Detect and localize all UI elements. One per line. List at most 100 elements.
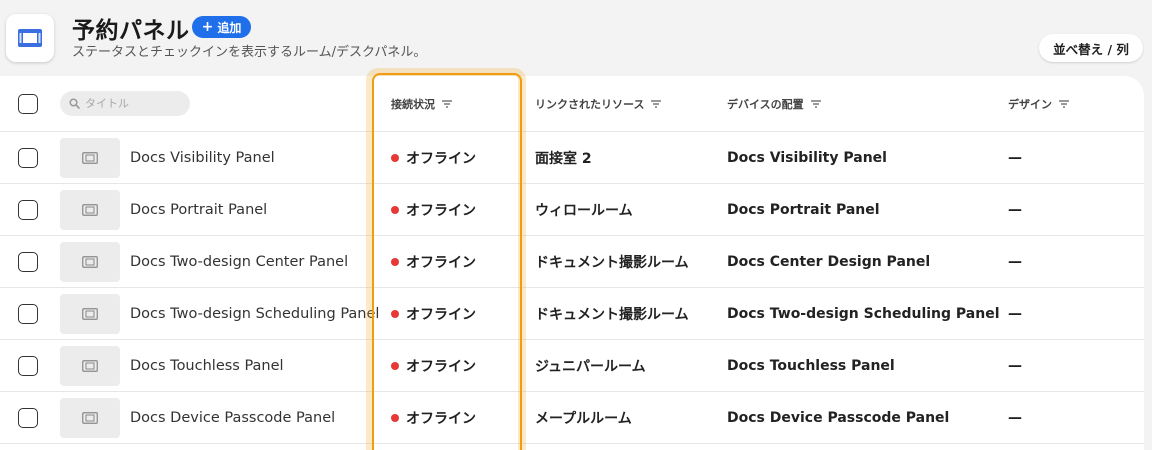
row-title[interactable]: Docs Portrait Panel (130, 184, 267, 235)
row-device-text: Docs Visibility Panel (727, 149, 887, 166)
offline-status-dot (391, 153, 399, 162)
row-title-text: Docs Portrait Panel (130, 201, 268, 218)
column-header-device-label: デバイスの配置 (727, 97, 804, 111)
filter-icon (651, 99, 662, 108)
row-status: オフライン (391, 288, 476, 339)
row-title-text: Docs Two-design Center Panel (130, 253, 349, 270)
row-design-text: — (1008, 305, 1022, 322)
row-design: — (1008, 392, 1022, 443)
panel-icon (82, 255, 98, 268)
row-device-placement: Docs Touchless Panel (727, 340, 895, 391)
row-device-placement: Docs Visibility Panel (727, 132, 887, 183)
row-device-placement: Docs Device Passcode Panel (727, 392, 949, 443)
row-linked-resource: ジュニパールーム (535, 340, 646, 391)
row-device-text: Docs Touchless Panel (727, 357, 895, 374)
row-status: オフライン (391, 184, 476, 235)
row-select-cell (18, 184, 38, 235)
row-device-text: Docs Center Design Panel (727, 253, 931, 270)
column-header-status[interactable]: 接続状況 (391, 76, 453, 131)
select-all-cell (18, 76, 38, 131)
filter-icon (1059, 99, 1069, 108)
table-row[interactable]: Docs Device Passcode Panel オフライン メープルルーム… (0, 392, 1144, 444)
row-status-label: オフライン (406, 150, 476, 167)
row-resource-text: メープルルーム (535, 410, 632, 427)
row-status-label: オフライン (406, 202, 476, 219)
row-device-text: Docs Portrait Panel (727, 201, 880, 218)
offline-status-dot (391, 413, 399, 422)
row-title[interactable]: Docs Touchless Panel (130, 340, 284, 391)
row-device-text: Docs Device Passcode Panel (727, 409, 950, 426)
title-search (60, 91, 190, 116)
panel-thumbnail (60, 397, 120, 438)
row-title[interactable]: Docs Visibility Panel (130, 132, 275, 183)
row-checkbox[interactable] (18, 303, 38, 324)
row-checkbox[interactable] (18, 251, 38, 272)
row-status: オフライン (391, 236, 476, 287)
row-title[interactable]: Docs Two-design Scheduling Panel (130, 288, 379, 339)
row-resource-text: ジュニパールーム (535, 358, 646, 375)
column-header-resource[interactable]: リンクされたリソース (535, 76, 662, 131)
panels-table: 接続状況 リンクされたリソース デバイスの配置 デザイン (0, 76, 1144, 450)
filter-icon (810, 99, 821, 108)
column-header-design-label: デザイン (1008, 97, 1052, 111)
title-search-input[interactable] (85, 97, 180, 110)
row-select-cell (18, 236, 38, 287)
row-design-text: — (1008, 201, 1022, 218)
row-design-text: — (1008, 357, 1022, 374)
row-linked-resource: ウィロールーム (535, 184, 633, 235)
table-row[interactable]: Docs Two-design Center Panel オフライン ドキュメン… (0, 236, 1144, 288)
select-all-checkbox[interactable] (18, 93, 38, 114)
row-device-placement: Docs Center Design Panel (727, 236, 930, 287)
panel-icon (82, 151, 98, 164)
row-thumbnail-cell (60, 288, 120, 339)
filter-icon (442, 99, 452, 108)
row-device-placement: Docs Portrait Panel (727, 184, 880, 235)
row-title-text: Docs Device Passcode Panel (130, 409, 336, 426)
table-row[interactable]: Docs Visibility Panel オフライン 面接室 2 Docs V… (0, 132, 1144, 184)
column-header-design[interactable]: デザイン (1008, 76, 1070, 131)
row-design: — (1008, 132, 1022, 183)
row-title-text: Docs Two-design Scheduling Panel (130, 305, 380, 322)
add-button[interactable]: + 追加 (192, 16, 251, 38)
row-status-label: オフライン (406, 306, 476, 323)
row-status-label: オフライン (406, 254, 476, 271)
panel-thumbnail (60, 345, 120, 386)
row-title[interactable]: Docs Device Passcode Panel (130, 392, 335, 443)
sort-columns-button[interactable]: 並べ替え / 列 (1039, 34, 1143, 62)
column-header-device[interactable]: デバイスの配置 (727, 76, 822, 131)
offline-status-dot (391, 361, 399, 370)
panel-thumbnail (60, 189, 120, 230)
row-checkbox[interactable] (18, 407, 38, 428)
row-status: オフライン (391, 392, 476, 443)
panel-icon (82, 411, 98, 424)
row-checkbox[interactable] (18, 199, 38, 220)
row-design-text: — (1008, 149, 1022, 166)
row-thumbnail-cell (60, 132, 120, 183)
table-row[interactable]: Docs Portrait Panel オフライン ウィロールーム Docs P… (0, 184, 1144, 236)
app-icon (6, 14, 54, 62)
row-select-cell (18, 392, 38, 443)
row-select-cell (18, 288, 38, 339)
row-thumbnail-cell (60, 236, 120, 287)
row-design-text: — (1008, 253, 1022, 270)
row-checkbox[interactable] (18, 147, 38, 168)
row-title-text: Docs Touchless Panel (130, 357, 284, 374)
table-header-row: 接続状況 リンクされたリソース デバイスの配置 デザイン (0, 76, 1144, 132)
table-row[interactable]: Docs Touchless Panel オフライン ジュニパールーム Docs… (0, 340, 1144, 392)
panel-icon (82, 359, 98, 372)
row-status-label: オフライン (406, 358, 476, 375)
row-thumbnail-cell (60, 184, 120, 235)
page-subtitle: ステータスとチェックインを表示するルーム/デスクパネル。 (72, 45, 427, 60)
row-resource-text: ドキュメント撮影ルーム (535, 254, 689, 271)
panel-thumbnail (60, 241, 120, 282)
table-row[interactable]: Docs Two-design Scheduling Panel オフライン ド… (0, 288, 1144, 340)
row-checkbox[interactable] (18, 355, 38, 376)
row-linked-resource: 面接室 2 (535, 132, 592, 183)
panel-thumbnail (60, 293, 120, 334)
row-title-text: Docs Visibility Panel (130, 149, 275, 166)
row-status: オフライン (391, 340, 476, 391)
row-select-cell (18, 340, 38, 391)
row-title[interactable]: Docs Two-design Center Panel (130, 236, 348, 287)
row-device-placement: Docs Two-design Scheduling Panel (727, 288, 1000, 339)
row-design-text: — (1008, 409, 1022, 426)
